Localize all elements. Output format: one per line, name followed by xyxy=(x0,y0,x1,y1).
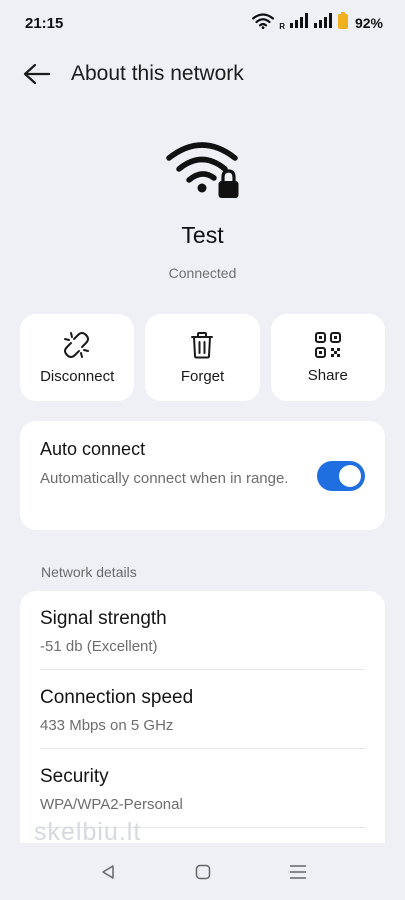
detail-row-signal-strength: Signal strength -51 db (Excellent) xyxy=(40,591,365,670)
detail-title: Connection speed xyxy=(40,687,194,708)
network-name: Test xyxy=(181,222,224,248)
qr-code-icon xyxy=(314,331,341,358)
nav-back-button[interactable] xyxy=(88,852,128,892)
home-square-icon xyxy=(195,864,210,879)
battery-icon xyxy=(337,12,348,34)
detail-value: 433 Mbps on 5 GHz xyxy=(40,717,174,734)
page-title: About this network xyxy=(71,62,244,85)
status-time: 21:15 xyxy=(25,14,64,32)
system-nav-bar xyxy=(0,843,405,900)
share-button[interactable]: Share xyxy=(270,314,385,401)
roaming-indicator: R xyxy=(279,21,285,31)
network-details-card: Signal strength -51 db (Excellent) Conne… xyxy=(20,591,385,851)
action-buttons: Disconnect Forget Share xyxy=(20,314,385,401)
wifi-lock-icon xyxy=(162,138,242,204)
wifi-icon xyxy=(252,12,275,34)
detail-title: Security xyxy=(40,766,109,787)
nav-home-button[interactable] xyxy=(183,852,223,892)
status-icons: R 92% xyxy=(252,12,383,34)
nav-recents-button[interactable] xyxy=(278,852,318,892)
detail-row-connection-speed: Connection speed 433 Mbps on 5 GHz xyxy=(40,670,365,749)
signal-icon xyxy=(313,13,333,33)
disconnect-label: Disconnect xyxy=(40,367,115,385)
connection-status: Connected xyxy=(168,265,237,281)
app-header: About this network xyxy=(0,52,405,96)
back-button[interactable] xyxy=(17,54,57,94)
toggle-knob xyxy=(339,465,361,487)
auto-connect-description: Automatically connect when in range. xyxy=(40,470,289,487)
broken-link-icon xyxy=(64,331,90,358)
auto-connect-title: Auto connect xyxy=(40,439,146,459)
detail-value: WPA/WPA2-Personal xyxy=(40,796,183,813)
share-label: Share xyxy=(307,366,348,384)
forget-button[interactable]: Forget xyxy=(145,314,260,401)
network-details-heading: Network details xyxy=(41,564,137,580)
recents-menu-icon xyxy=(289,864,306,879)
forget-label: Forget xyxy=(180,367,225,385)
arrow-left-icon xyxy=(23,63,51,85)
detail-value: -51 db (Excellent) xyxy=(40,638,158,655)
battery-percent: 92% xyxy=(354,15,383,31)
status-bar: 21:15 R 92% xyxy=(0,0,405,46)
auto-connect-card: Auto connect Automatically connect when … xyxy=(20,421,385,530)
detail-row-security: Security WPA/WPA2-Personal xyxy=(40,749,365,828)
disconnect-button[interactable]: Disconnect xyxy=(20,314,135,401)
auto-connect-toggle[interactable] xyxy=(317,461,365,491)
detail-title: Signal strength xyxy=(40,608,167,629)
trash-icon xyxy=(191,331,214,358)
back-triangle-icon xyxy=(101,864,114,879)
signal-icon xyxy=(289,13,309,33)
